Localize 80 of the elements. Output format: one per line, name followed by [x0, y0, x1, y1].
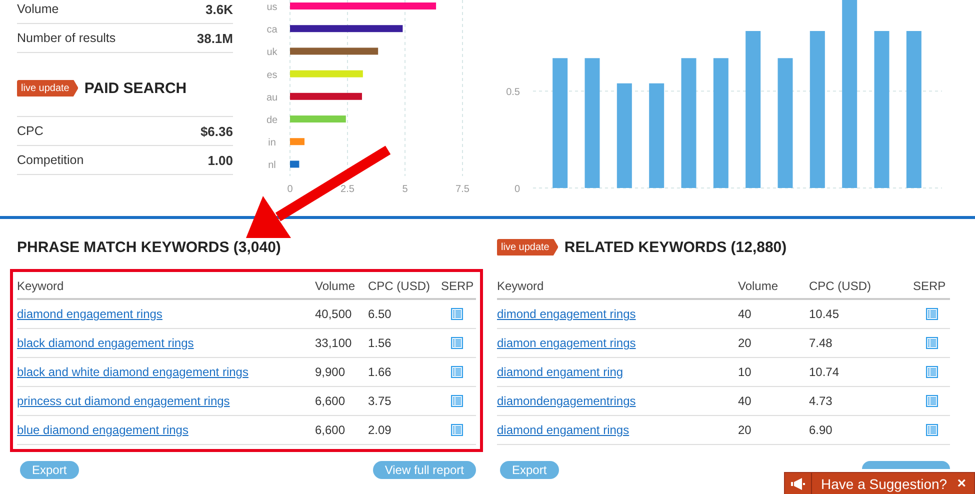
serp-list-icon[interactable]: [926, 395, 938, 407]
serp-list-icon[interactable]: [926, 308, 938, 320]
live-update-badge: live update: [497, 238, 558, 256]
live-update-badge: live update: [17, 80, 78, 96]
table-cell-text: 9,900: [315, 365, 346, 379]
axis-tick-label: 2.5: [340, 184, 354, 195]
keyword-link[interactable]: diamon engagement rings: [497, 336, 636, 350]
keyword-link[interactable]: diamondengagementrings: [497, 394, 636, 408]
stat-label: CPC: [17, 124, 44, 138]
axis-tick-label: 5: [402, 184, 408, 195]
table-cell-text: 3.75: [368, 394, 392, 408]
table-cell-text: 2.09: [368, 423, 392, 437]
keyword-link[interactable]: diamond engagement rings: [17, 307, 162, 321]
column-header: Volume: [738, 279, 780, 293]
keyword-link[interactable]: diamond engament ring: [497, 365, 624, 379]
table-cell-text: 20: [738, 336, 752, 350]
axis-category-label: es: [266, 70, 278, 81]
axis-category-label: de: [266, 115, 278, 126]
axis-tick-label: 0.5: [506, 87, 520, 98]
serp-list-icon[interactable]: [926, 337, 938, 349]
keyword-link[interactable]: blue diamond engagement rings: [17, 423, 188, 437]
table-cell-text: 10: [738, 365, 752, 379]
column-header: SERP: [913, 279, 947, 293]
axis-category-label: ca: [266, 24, 278, 36]
keyword-link[interactable]: black diamond engagement rings: [17, 336, 194, 350]
section-title: PAID SEARCH: [84, 80, 187, 96]
keyword-link[interactable]: black and white diamond engagement rings: [17, 365, 248, 379]
stat-label: Competition: [17, 153, 84, 167]
table-cell-text: 33,100: [315, 336, 353, 350]
serp-list-icon[interactable]: [451, 424, 463, 436]
serp-list-icon[interactable]: [926, 424, 938, 436]
column-header: CPC (USD): [809, 279, 872, 293]
column-header: CPC (USD): [368, 279, 431, 293]
axis-tick-label: 0: [514, 184, 520, 195]
table-cell-text: 6.50: [368, 307, 392, 321]
close-icon[interactable]: ×: [957, 475, 966, 492]
stat-label: Number of results: [17, 31, 116, 45]
table-cell-text: 1.66: [368, 365, 392, 379]
column-header: Volume: [315, 279, 356, 293]
stat-value: 3.6K: [206, 2, 233, 16]
serp-list-icon[interactable]: [451, 337, 463, 349]
axis-tick-label: 0: [287, 184, 293, 195]
keyword-link[interactable]: princess cut diamond engagement rings: [17, 394, 230, 408]
table-cell-text: 20: [738, 423, 752, 437]
axis-tick-label: 7.5: [456, 184, 470, 195]
table-cell-text: 6,600: [315, 423, 346, 437]
column-header: SERP: [441, 279, 473, 293]
megaphone-icon: [791, 478, 805, 490]
table-cell-text: 6,600: [315, 394, 346, 408]
axis-category-label: in: [268, 138, 276, 149]
keyword-link[interactable]: diamond engament rings: [497, 423, 630, 437]
section-title: PHRASE MATCH KEYWORDS (3,040): [17, 238, 281, 256]
axis-category-label: uk: [266, 47, 278, 58]
table-cell-text: 10.45: [809, 307, 840, 321]
suggestion-bar[interactable]: Have a Suggestion? ×: [784, 472, 975, 494]
table-cell-text: 4.73: [809, 394, 834, 408]
axis-category-label: nl: [268, 160, 276, 172]
column-header: Keyword: [17, 279, 65, 293]
stat-value: 1.00: [208, 152, 233, 168]
serp-list-icon[interactable]: [451, 308, 463, 320]
table-cell-text: 40: [738, 307, 752, 321]
suggestion-label: Have a Suggestion?: [821, 476, 948, 492]
serp-list-icon[interactable]: [451, 395, 463, 407]
stat-value: 38.1M: [196, 30, 233, 46]
table-cell-text: 40: [738, 394, 752, 408]
table-cell-text: 7.48: [809, 336, 834, 350]
table-cell-text: 6.90: [809, 423, 834, 437]
axis-category-label: au: [266, 92, 278, 104]
table-cell-text: 40,500: [315, 307, 353, 321]
table-cell-text: 1.56: [368, 336, 392, 350]
section-title: RELATED KEYWORDS (12,880): [564, 238, 787, 256]
column-header: Keyword: [497, 279, 545, 293]
serp-list-icon[interactable]: [926, 366, 938, 378]
report-button[interactable]: [862, 461, 950, 469]
axis-category-label: us: [266, 2, 278, 13]
serp-list-icon[interactable]: [451, 366, 463, 378]
table-cell-text: 10.74: [809, 365, 840, 379]
stat-value: $6.36: [200, 124, 233, 138]
keyword-link[interactable]: dimond engagement rings: [497, 307, 636, 321]
stat-label: Volume: [17, 2, 59, 16]
